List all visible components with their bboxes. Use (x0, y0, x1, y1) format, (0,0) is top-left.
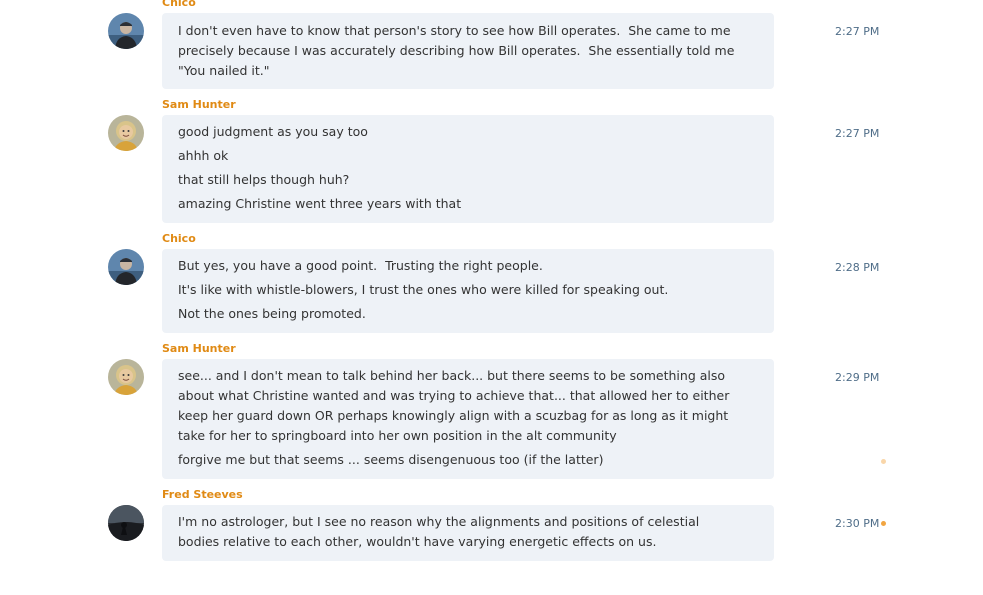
unread-indicator-dot (881, 459, 886, 464)
message-author[interactable]: Chico (162, 0, 196, 9)
avatar[interactable] (108, 115, 144, 151)
message-author[interactable]: Sam Hunter (162, 99, 236, 111)
message-text: that still helps though huh? (178, 172, 350, 187)
message-text: I'm no astrologer, but I see no reason w… (178, 514, 704, 549)
message-text: see... and I don't mean to talk behind h… (178, 368, 734, 443)
message-bubble: I don't even have to know that person's … (162, 13, 774, 89)
message-bubble: see... and I don't mean to talk behind h… (162, 359, 774, 479)
message-timestamp: 2:30 PM (835, 517, 880, 530)
message-bubble: I'm no astrologer, but I see no reason w… (162, 505, 774, 561)
unread-indicator-dot (881, 521, 886, 526)
message-text: amazing Christine went three years with … (178, 196, 462, 211)
message-timestamp: 2:27 PM (835, 127, 880, 140)
message-author[interactable]: Sam Hunter (162, 343, 236, 355)
message-author[interactable]: Fred Steeves (162, 489, 243, 501)
avatar[interactable] (108, 13, 144, 49)
message-text: forgive me but that seems ... seems dise… (178, 452, 604, 467)
message-bubble: good judgment as you say too ahhh ok tha… (162, 115, 774, 223)
message-timestamp: 2:27 PM (835, 25, 880, 38)
avatar[interactable] (108, 249, 144, 285)
message-author[interactable]: Chico (162, 233, 196, 245)
message-bubble: But yes, you have a good point. Trusting… (162, 249, 774, 333)
message-text: But yes, you have a good point. Trusting… (178, 258, 543, 273)
message-text: good judgment as you say too (178, 124, 368, 139)
avatar[interactable] (108, 505, 144, 541)
message-timestamp: 2:28 PM (835, 261, 880, 274)
message-text: Not the ones being promoted. (178, 306, 366, 321)
message-text: I don't even have to know that person's … (178, 23, 739, 78)
message-text: ahhh ok (178, 148, 229, 163)
avatar[interactable] (108, 359, 144, 395)
message-text: It's like with whistle-blowers, I trust … (178, 282, 669, 297)
message-timestamp: 2:29 PM (835, 371, 880, 384)
